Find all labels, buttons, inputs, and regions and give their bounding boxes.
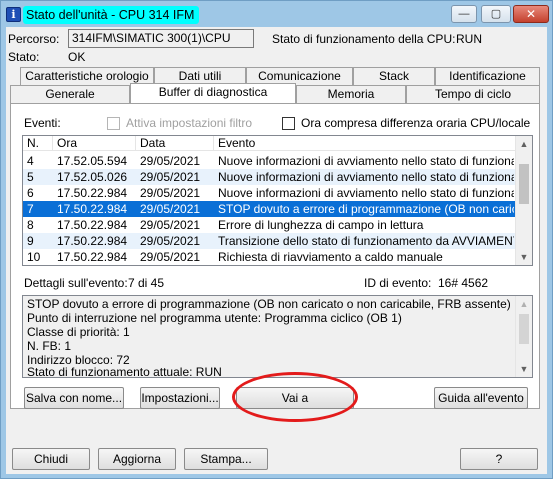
cell-number: 9 [27,234,34,248]
cell-time: 17.52.05.026 [57,170,128,184]
scroll-down-arrow-icon[interactable]: ▼ [516,361,532,377]
go-to-button[interactable]: Vai a [236,387,354,409]
cell-event: Transizione dello stato di funzionamento… [218,234,514,248]
details-scrollbar[interactable]: ▲ ▼ [515,296,532,377]
cell-event: Nuove informazioni di avviamento nello s… [218,170,514,184]
column-header-time[interactable]: Ora [53,136,136,151]
cell-date: 29/05/2021 [140,218,201,232]
cell-time: 17.50.22.984 [57,218,128,232]
table-row[interactable]: 8 17.50.22.984 29/05/2021 Errore di lung… [23,217,516,233]
detail-line: Classe di priorità: 1 [27,325,130,339]
cell-time: 17.50.22.984 [57,250,128,264]
events-scrollbar[interactable]: ▲ ▼ [515,136,532,265]
minimize-button[interactable]: — [451,5,477,23]
cell-date: 29/05/2021 [140,186,201,200]
print-button[interactable]: Stampa... [184,448,268,470]
events-table[interactable]: N. Ora Data Evento 4 17.52.05.594 29/05/… [22,135,533,266]
refresh-button[interactable]: Aggiorna [98,448,176,470]
event-details-text[interactable]: STOP dovuto a errore di programmazione (… [22,295,533,378]
table-row-selected[interactable]: 7 17.50.22.984 29/05/2021 STOP dovuto a … [23,201,516,217]
info-app-icon: i [6,7,21,22]
scroll-up-arrow-icon[interactable]: ▲ [516,136,532,152]
table-row[interactable]: 10 17.50.22.984 29/05/2021 Richiesta di … [23,249,516,265]
scroll-down-arrow-icon[interactable]: ▼ [516,249,532,265]
scroll-thumb[interactable] [519,164,529,204]
table-row[interactable]: 4 17.52.05.594 29/05/2021 Nuove informaz… [23,153,516,169]
column-header-event[interactable]: Evento [214,136,516,151]
detail-line: Punto di interruzione nel programma uten… [27,311,402,325]
scroll-up-arrow-icon[interactable]: ▲ [516,296,532,312]
cell-number: 8 [27,218,34,232]
scroll-thumb[interactable] [519,314,529,344]
settings-button[interactable]: Impostazioni... [140,387,220,409]
detail-line: N. FB: 1 [27,339,72,353]
close-button[interactable]: Chiudi [12,448,90,470]
detail-line: STOP dovuto a errore di programmazione (… [27,297,511,311]
cell-number: 4 [27,154,34,168]
cell-event: Richiesta di riavviamento a caldo manual… [218,250,443,264]
cell-event: Nuove informazioni di avviamento nello s… [218,186,514,200]
client-area: Percorso: 314IFM\SIMATIC 300(1)\CPU 314 … [6,27,547,474]
cell-time: 17.50.22.984 [57,186,128,200]
table-row[interactable]: 9 17.50.22.984 29/05/2021 Transizione de… [23,233,516,249]
save-as-button[interactable]: Salva con nome... [24,387,124,409]
cell-number: 10 [27,250,41,264]
event-help-button[interactable]: Guida all'evento [434,387,528,409]
table-row[interactable]: 6 17.50.22.984 29/05/2021 Nuove informaz… [23,185,516,201]
cell-event: STOP dovuto a errore di programmazione (… [218,202,514,216]
cell-event: Nuove informazioni di avviamento nello s… [218,154,514,168]
close-window-button[interactable]: ✕ [513,5,549,23]
help-button[interactable]: ? [460,448,538,470]
cell-date: 29/05/2021 [140,250,201,264]
detail-line: Stato di funzionamento attuale: RUN [27,365,222,378]
cell-event: Errore di lunghezza di campo in lettura [218,218,424,232]
cell-number: 7 [27,202,34,216]
title-bar: i Stato dell'unità - CPU 314 IFM — ▢ ✕ [1,1,552,27]
module-status-window: i Stato dell'unità - CPU 314 IFM — ▢ ✕ P… [0,0,553,479]
cell-time: 17.52.05.594 [57,154,128,168]
column-header-date[interactable]: Data [136,136,214,151]
column-header-number[interactable]: N. [23,136,53,151]
cell-date: 29/05/2021 [140,170,201,184]
filter-checkbox[interactable] [107,117,120,130]
time-difference-checkbox-label: Ora compresa differenza oraria CPU/local… [301,116,531,130]
event-details-label: Dettagli sull'evento: [24,276,128,290]
cell-date: 29/05/2021 [140,154,201,168]
window-title: Stato dell'unità - CPU 314 IFM [23,6,199,24]
cell-time: 17.50.22.984 [57,202,128,216]
cell-time: 17.50.22.984 [57,234,128,248]
event-position: 7 di 45 [128,276,165,290]
cell-date: 29/05/2021 [140,234,201,248]
event-id-label: ID di evento: [364,276,432,290]
cell-number: 6 [27,186,34,200]
cell-number: 5 [27,170,34,184]
cell-date: 29/05/2021 [140,202,201,216]
filter-checkbox-label: Attiva impostazioni filtro [126,116,253,130]
event-id-value: 16# 4562 [438,276,489,290]
table-row[interactable]: 5 17.52.05.026 29/05/2021 Nuove informaz… [23,169,516,185]
events-label: Eventi: [24,116,61,130]
maximize-button[interactable]: ▢ [481,5,511,23]
time-difference-checkbox[interactable] [282,117,295,130]
events-table-header: N. Ora Data Evento [23,136,516,151]
